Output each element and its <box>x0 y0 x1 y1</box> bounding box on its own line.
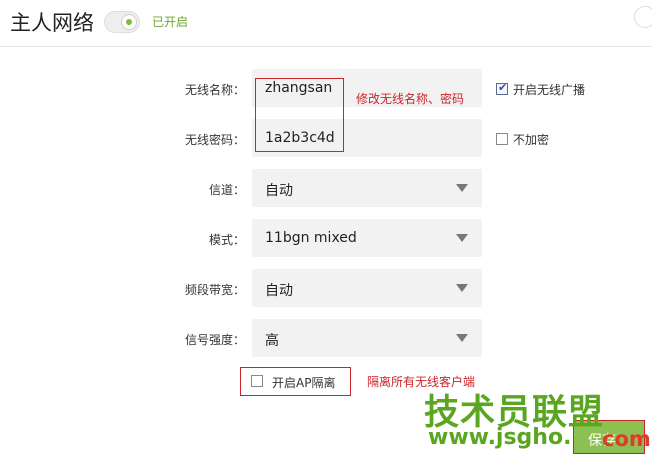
power-select[interactable]: 高 <box>252 319 482 357</box>
broadcast-checkbox[interactable]: ✔ <box>496 81 508 95</box>
ssid-password-highlight-box <box>255 78 344 152</box>
ssid-label: 无线名称： <box>184 83 245 97</box>
ap-isolation-checkbox[interactable] <box>251 375 263 387</box>
no-encrypt-label: 不加密 <box>513 133 550 147</box>
bandwidth-select[interactable]: 自动 <box>252 269 482 307</box>
dropdown-arrow-icon <box>456 234 468 242</box>
page-title: 主人网络 <box>10 11 94 35</box>
bandwidth-label: 频段带宽： <box>184 283 245 297</box>
no-encrypt-checkbox[interactable] <box>496 133 508 145</box>
dropdown-arrow-icon <box>456 284 468 292</box>
header-bar: 主人网络 已开启 <box>0 0 652 47</box>
channel-value: 自动 <box>265 183 293 199</box>
checkmark-icon: ✔ <box>498 81 508 94</box>
power-value: 高 <box>265 333 279 349</box>
bandwidth-value: 自动 <box>265 283 293 299</box>
status-text: 已开启 <box>152 15 189 29</box>
ssid-annotation: 修改无线名称、密码 <box>356 92 465 106</box>
mode-select[interactable]: 11bgn mixed <box>252 219 482 257</box>
network-toggle[interactable] <box>104 11 140 33</box>
mode-value: 11bgn mixed <box>265 230 357 246</box>
ap-isolation-label: 开启AP隔离 <box>272 376 336 390</box>
dropdown-arrow-icon <box>456 334 468 342</box>
toggle-on-dot <box>126 19 132 25</box>
channel-select[interactable]: 自动 <box>252 169 482 207</box>
channel-label: 信道： <box>208 183 245 197</box>
watermark-url: www.jsgho. <box>428 425 572 450</box>
toggle-knob <box>121 14 137 30</box>
watermark-url-tld: com <box>602 427 651 451</box>
broadcast-label: 开启无线广播 <box>513 83 586 97</box>
mode-label: 模式： <box>208 233 245 247</box>
password-label: 无线密码： <box>184 133 245 147</box>
dropdown-arrow-icon <box>456 184 468 192</box>
power-label: 信号强度： <box>184 333 245 347</box>
corner-circle-icon <box>634 6 652 28</box>
